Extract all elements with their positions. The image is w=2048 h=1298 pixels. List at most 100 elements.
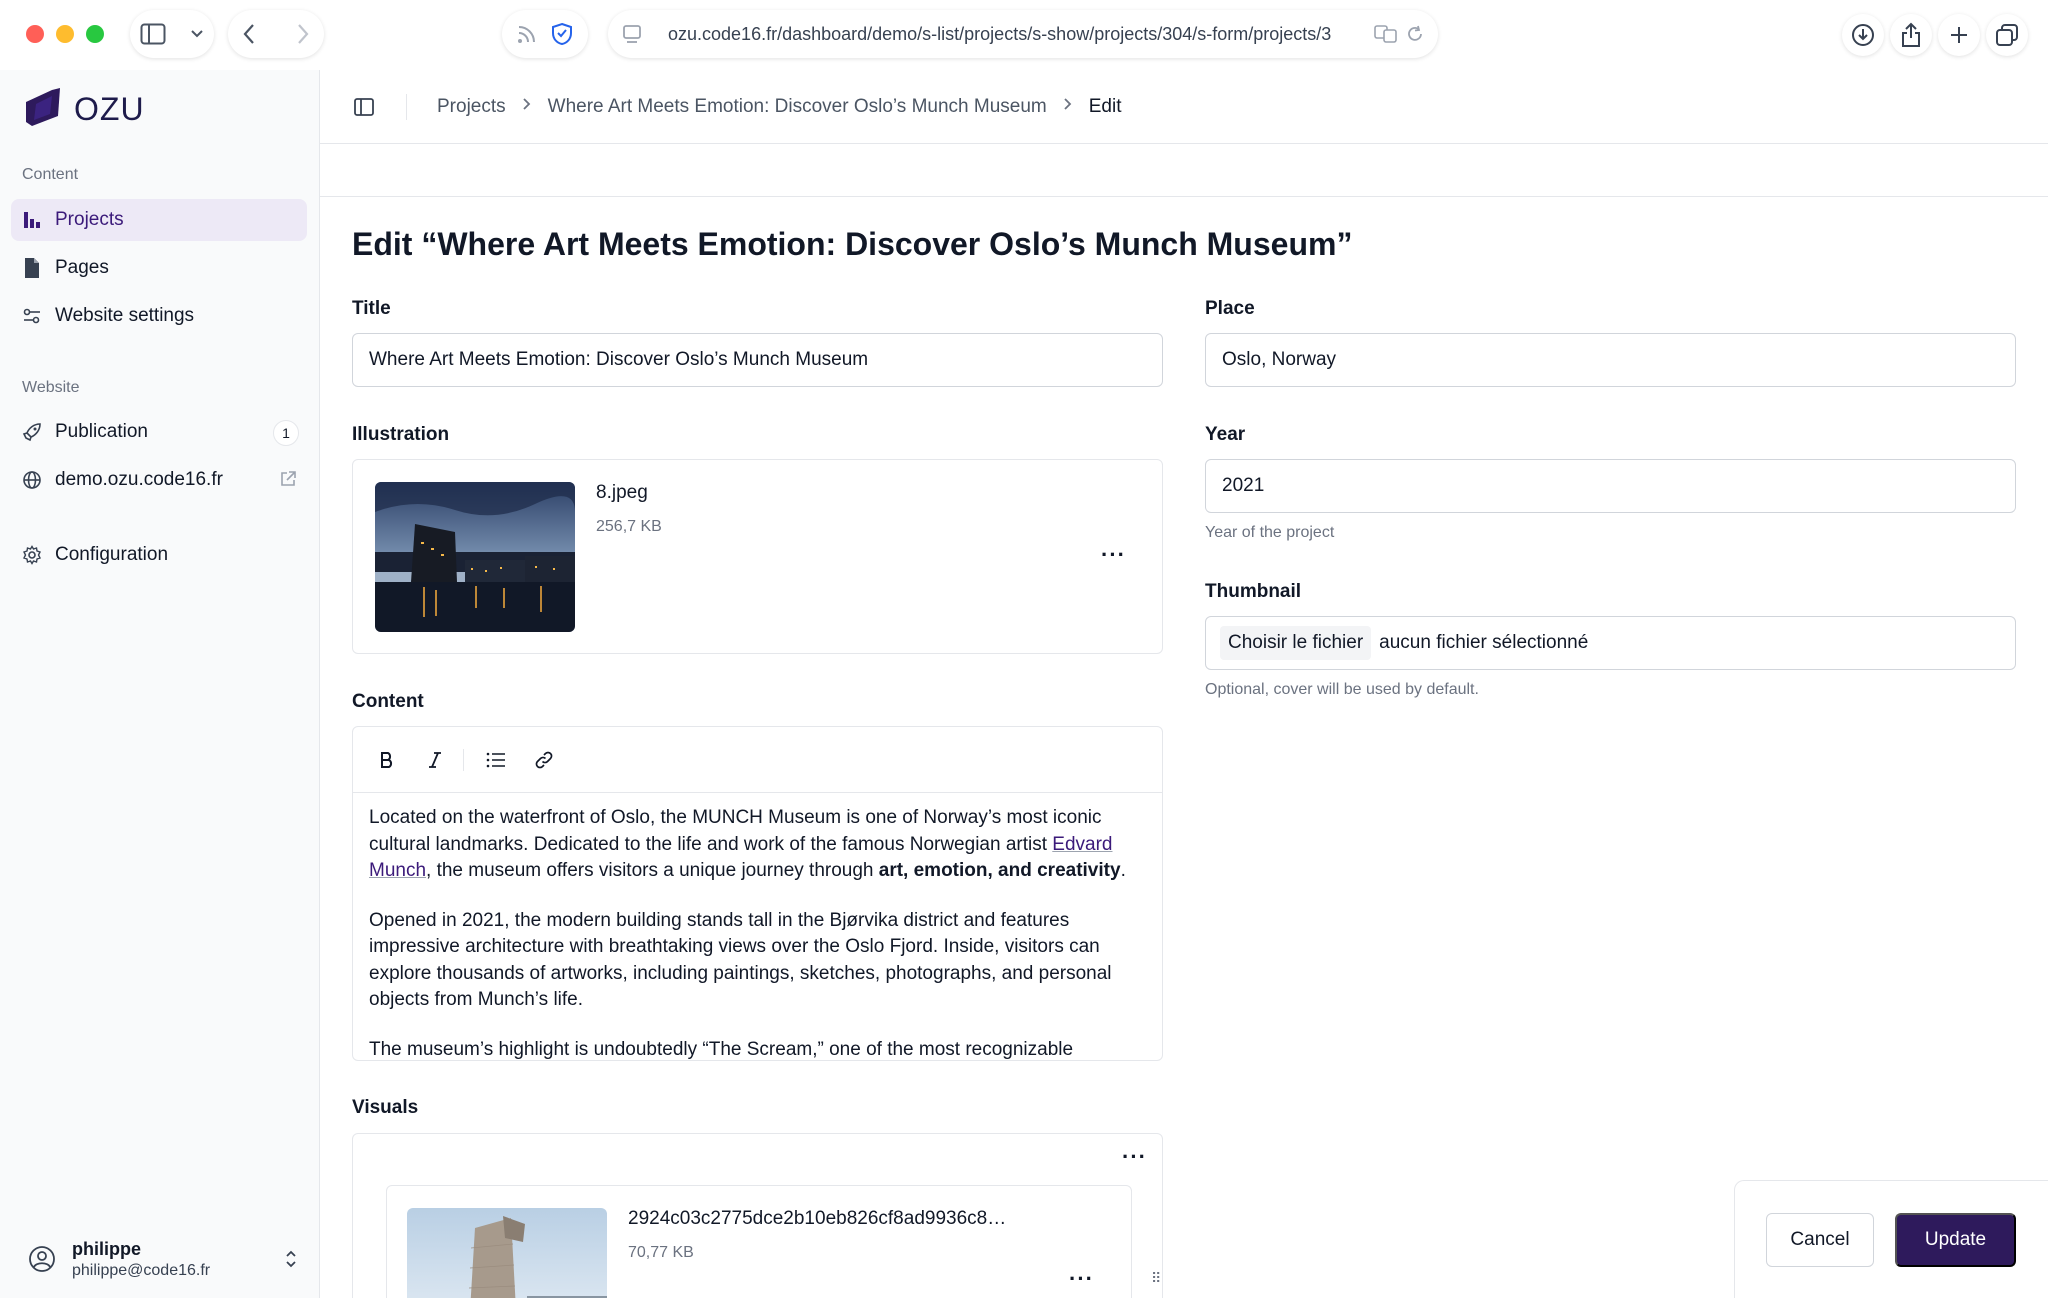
header-bar: Projects Where Art Meets Emotion: Discov… bbox=[320, 70, 2048, 144]
minimize-window-button[interactable] bbox=[56, 25, 74, 43]
chevron-right-icon bbox=[1063, 97, 1073, 116]
breadcrumb-project[interactable]: Where Art Meets Emotion: Discover Oslo’s… bbox=[548, 96, 1047, 118]
download-icon bbox=[1851, 23, 1875, 47]
drag-handle-icon[interactable]: ⠿ bbox=[1151, 1270, 1161, 1287]
thumbnail-file-input[interactable]: Choisir le fichier aucun fichier sélecti… bbox=[1205, 616, 2016, 670]
cancel-button[interactable]: Cancel bbox=[1766, 1213, 1874, 1267]
sidebar-item-projects[interactable]: Projects bbox=[11, 199, 307, 241]
rocket-icon bbox=[21, 422, 43, 442]
sidebar: OZU Content Projects Pages Website setti… bbox=[0, 70, 320, 1298]
sidebar-item-publication[interactable]: Publication 1 bbox=[11, 411, 307, 453]
chevron-down-icon[interactable] bbox=[190, 29, 204, 39]
toolbar-divider bbox=[463, 748, 464, 771]
reload-icon[interactable] bbox=[1406, 25, 1424, 43]
link-icon[interactable] bbox=[530, 746, 558, 774]
url-text[interactable]: ozu.code16.fr/dashboard/demo/s-list/proj… bbox=[668, 24, 1364, 45]
year-help: Year of the project bbox=[1205, 524, 1335, 541]
shield-extension-icon[interactable] bbox=[550, 22, 574, 46]
publication-count-badge: 1 bbox=[273, 420, 299, 446]
sidebar-item-label: demo.ozu.code16.fr bbox=[55, 469, 223, 490]
title-value: Where Art Meets Emotion: Discover Oslo’s… bbox=[369, 349, 869, 370]
website-section-label: Website bbox=[22, 379, 80, 396]
content-paragraph: Opened in 2021, the modern building stan… bbox=[369, 909, 1112, 1011]
page-settings-icon[interactable] bbox=[622, 24, 642, 44]
visual-more-icon[interactable]: ··· bbox=[1069, 1266, 1094, 1292]
sidebar-item-configuration[interactable]: Configuration bbox=[11, 534, 307, 576]
page-icon bbox=[21, 257, 43, 279]
close-window-button[interactable] bbox=[26, 25, 44, 43]
breadcrumb: Projects Where Art Meets Emotion: Discov… bbox=[437, 96, 1121, 118]
browser-nav-buttons bbox=[228, 10, 324, 58]
sidebar-item-website-settings[interactable]: Website settings bbox=[11, 295, 307, 337]
place-value: Oslo, Norway bbox=[1222, 349, 1337, 370]
title-label: Title bbox=[352, 298, 391, 319]
external-link-icon bbox=[279, 470, 297, 494]
visuals-more-icon[interactable]: ··· bbox=[1122, 1144, 1147, 1170]
new-tab-button[interactable] bbox=[1938, 14, 1980, 56]
visuals-label: Visuals bbox=[352, 1097, 419, 1118]
projects-icon bbox=[21, 210, 43, 230]
editor-body[interactable]: Located on the waterfront of Oslo, the M… bbox=[353, 793, 1162, 1060]
browser-sidebar-toggle[interactable] bbox=[130, 10, 214, 58]
place-input[interactable]: Oslo, Norway bbox=[1205, 333, 2016, 387]
zoom-window-button[interactable] bbox=[86, 25, 104, 43]
chevron-right-icon bbox=[522, 97, 532, 116]
plus-icon bbox=[1949, 25, 1969, 45]
illustration-upload: 8.jpeg 256,7 KB ··· bbox=[352, 459, 1163, 654]
choose-file-button[interactable]: Choisir le fichier bbox=[1220, 626, 1372, 660]
back-arrow-icon[interactable] bbox=[242, 23, 256, 45]
logo-text: OZU bbox=[74, 91, 145, 127]
settings-sliders-icon bbox=[21, 306, 43, 326]
thumbnail-help: Optional, cover will be used by default. bbox=[1205, 681, 1479, 698]
bullet-list-icon[interactable] bbox=[482, 746, 510, 774]
sidebar-item-site-link[interactable]: demo.ozu.code16.fr bbox=[11, 459, 307, 501]
tab-overview-button[interactable] bbox=[1986, 14, 2028, 56]
sidebar-item-label: Pages bbox=[55, 257, 109, 278]
user-email: philippe@code16.fr bbox=[72, 1261, 211, 1279]
illustration-thumbnail bbox=[375, 482, 575, 632]
user-avatar-icon bbox=[28, 1245, 56, 1273]
app-logo[interactable]: OZU bbox=[22, 86, 145, 133]
share-icon bbox=[1900, 22, 1922, 48]
tabs-overview-icon bbox=[1995, 23, 2019, 47]
address-bar[interactable]: ozu.code16.fr/dashboard/demo/s-list/proj… bbox=[608, 10, 1438, 58]
downloads-button[interactable] bbox=[1842, 14, 1884, 56]
sidebar-item-pages[interactable]: Pages bbox=[11, 247, 307, 289]
forward-arrow-icon[interactable] bbox=[296, 23, 310, 45]
content-label: Content bbox=[352, 691, 424, 712]
bold-icon[interactable] bbox=[373, 746, 401, 774]
breadcrumb-current: Edit bbox=[1088, 95, 1122, 117]
year-label: Year bbox=[1205, 424, 1246, 445]
place-label: Place bbox=[1205, 298, 1255, 319]
year-input[interactable]: 2021 bbox=[1205, 459, 2016, 513]
share-button[interactable] bbox=[1890, 14, 1932, 56]
chevron-up-down-icon bbox=[284, 1249, 298, 1269]
sub-header-bar bbox=[320, 144, 2048, 197]
visual-file-name: 2924c03c2775dce2b10eb826cf8ad9936c8… bbox=[628, 1208, 1007, 1229]
editor-toolbar bbox=[353, 727, 1162, 793]
sidebar-item-label: Website settings bbox=[55, 305, 195, 326]
content-section-label: Content bbox=[22, 166, 79, 183]
thumbnail-label: Thumbnail bbox=[1205, 581, 1302, 602]
sidebar-item-label: Projects bbox=[55, 209, 124, 230]
sidebar-item-label: Configuration bbox=[55, 544, 169, 565]
user-menu[interactable]: philippe philippe@code16.fr bbox=[28, 1234, 298, 1284]
breadcrumb-projects[interactable]: Projects bbox=[437, 96, 506, 118]
illustration-more-icon[interactable]: ··· bbox=[1101, 542, 1126, 568]
update-button[interactable]: Update bbox=[1895, 1213, 2016, 1267]
user-name: philippe bbox=[72, 1238, 141, 1259]
translate-icon[interactable] bbox=[1374, 24, 1398, 44]
sidebar-toggle-icon[interactable] bbox=[354, 97, 374, 116]
content-editor[interactable]: Located on the waterfront of Oslo, the M… bbox=[352, 726, 1163, 1061]
year-value: 2021 bbox=[1222, 475, 1265, 496]
page-title: Edit “Where Art Meets Emotion: Discover … bbox=[352, 226, 1353, 262]
visual-thumbnail bbox=[407, 1208, 607, 1298]
title-input[interactable]: Where Art Meets Emotion: Discover Oslo’s… bbox=[352, 333, 1163, 387]
italic-icon[interactable] bbox=[421, 746, 449, 774]
globe-icon bbox=[21, 470, 43, 490]
visual-file-size: 70,77 KB bbox=[628, 1244, 694, 1261]
illustration-label: Illustration bbox=[352, 424, 450, 445]
visuals-list: ··· 2924c03c2775dce2b10eb826cf8ad9936c8…… bbox=[352, 1133, 1163, 1298]
form-actions: Cancel Update bbox=[1734, 1180, 2048, 1298]
rss-icon[interactable] bbox=[516, 23, 538, 45]
